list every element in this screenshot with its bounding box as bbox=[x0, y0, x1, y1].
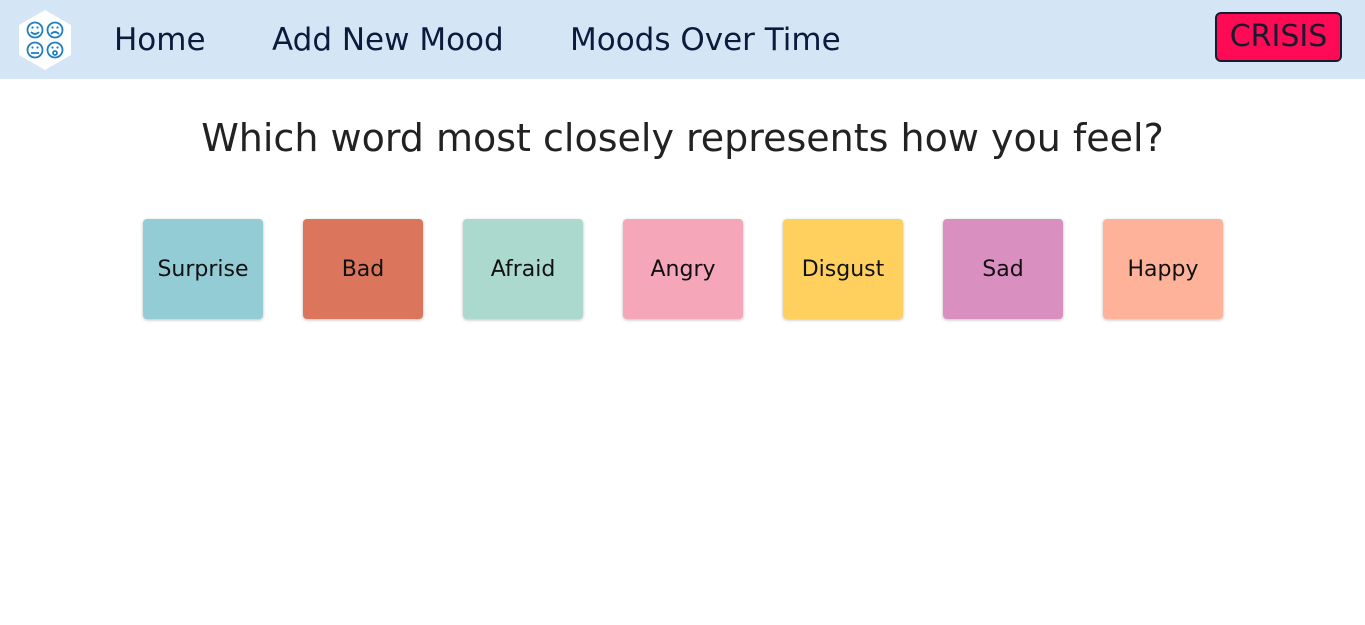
mood-button-sad[interactable]: Sad bbox=[943, 219, 1063, 319]
mood-button-surprise[interactable]: Surprise bbox=[143, 219, 263, 319]
mood-button-disgust[interactable]: Disgust bbox=[783, 219, 903, 319]
mood-button-afraid[interactable]: Afraid bbox=[463, 219, 583, 319]
nav-home-link[interactable]: Home bbox=[114, 18, 206, 62]
mood-options: Surprise Bad Afraid Angry Disgust Sad Ha… bbox=[143, 219, 1223, 319]
nav-add-new-mood-link[interactable]: Add New Mood bbox=[272, 18, 504, 62]
mood-button-bad[interactable]: Bad bbox=[303, 219, 423, 319]
top-navbar: Home Add New Mood Moods Over Time CRISIS bbox=[0, 0, 1365, 79]
mood-button-angry[interactable]: Angry bbox=[623, 219, 743, 319]
mood-button-happy[interactable]: Happy bbox=[1103, 219, 1223, 319]
mood-question-heading: Which word most closely represents how y… bbox=[201, 116, 1164, 160]
crisis-button[interactable]: CRISIS bbox=[1215, 12, 1342, 62]
nav-moods-over-time-link[interactable]: Moods Over Time bbox=[570, 18, 841, 62]
app-logo-icon[interactable] bbox=[16, 8, 74, 72]
